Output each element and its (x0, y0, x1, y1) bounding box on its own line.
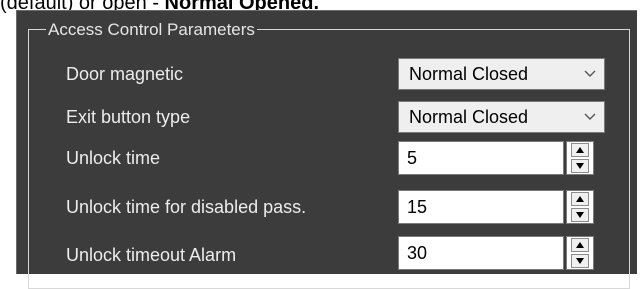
unlock-time-input[interactable] (398, 141, 564, 175)
unlock-time-disabled-spinner (398, 190, 605, 224)
unlock-timeout-alarm-input[interactable] (398, 236, 564, 270)
group-title: Access Control Parameters (46, 20, 257, 39)
spin-up-arrow-icon (576, 242, 584, 248)
exit-button-type-select[interactable]: Normal Closed (398, 101, 605, 133)
unlock-timeout-alarm-spin-buttons (566, 236, 594, 270)
unlock-time-disabled-label: Unlock time for disabled pass. (66, 197, 307, 217)
exit-button-type-value: Normal Closed (409, 107, 529, 127)
chevron-down-icon (584, 113, 596, 120)
unlock-time-disabled-increment-button[interactable] (571, 192, 589, 206)
spin-up-arrow-icon (576, 196, 584, 202)
unlock-time-spin-buttons (566, 141, 594, 175)
door-magnetic-label: Door magnetic (66, 64, 184, 84)
spin-down-arrow-icon (576, 258, 584, 264)
chevron-down-icon (584, 70, 596, 77)
unlock-timeout-alarm-decrement-button[interactable] (571, 254, 589, 268)
unlock-time-disabled-input[interactable] (398, 190, 564, 224)
exit-button-type-label: Exit button type (66, 107, 191, 127)
door-magnetic-value: Normal Closed (409, 64, 529, 84)
unlock-timeout-alarm-spinner (398, 236, 605, 270)
unlock-timeout-alarm-label: Unlock timeout Alarm (66, 245, 237, 265)
unlock-time-decrement-button[interactable] (571, 159, 589, 173)
unlock-time-disabled-decrement-button[interactable] (571, 208, 589, 222)
door-magnetic-select[interactable]: Normal Closed (398, 58, 605, 90)
unlock-time-label: Unlock time (66, 148, 161, 168)
spin-up-arrow-icon (576, 147, 584, 153)
unlock-timeout-alarm-increment-button[interactable] (571, 238, 589, 252)
unlock-time-increment-button[interactable] (571, 143, 589, 157)
unlock-time-spinner (398, 141, 605, 175)
unlock-time-disabled-spin-buttons (566, 190, 594, 224)
spin-down-arrow-icon (576, 212, 584, 218)
spin-down-arrow-icon (576, 163, 584, 169)
